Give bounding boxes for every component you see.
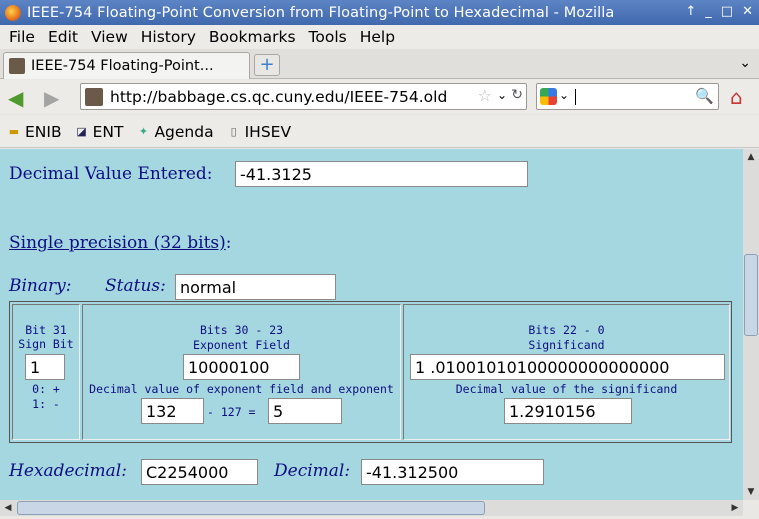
sign-bit-subheader: Sign Bit [18, 337, 74, 351]
url-dropdown-icon[interactable]: ⌄ [497, 88, 507, 102]
search-engine-dropdown-icon[interactable]: ⌄ [559, 88, 569, 102]
exponent-bits-header: Bits 30 - 23 [199, 323, 284, 337]
sign-legend-minus: 1: - [32, 397, 60, 411]
url-bar[interactable]: http://babbage.cs.qc.cuny.edu/IEEE-754.o… [80, 83, 527, 110]
agenda-icon: ✦ [138, 124, 149, 138]
menu-file[interactable]: File [9, 28, 35, 46]
significand-cell: Bits 22 - 0 Significand 1 .0100101010000… [403, 304, 730, 440]
tab-ieee754[interactable]: IEEE-754 Floating-Point... [3, 52, 250, 79]
tab-bar: IEEE-754 Floating-Point... + ⌄ [0, 49, 759, 79]
scroll-corner [743, 500, 759, 519]
exponent-field-header: Exponent Field [193, 338, 290, 352]
tab-label: IEEE-754 Floating-Point... [31, 58, 214, 74]
window-maximize-icon[interactable]: □ [721, 4, 733, 19]
significand-input[interactable]: 1 .01001010100000000000000 [410, 354, 725, 380]
ent-icon: ◪ [76, 124, 87, 138]
exponent-decimal-input[interactable]: 132 [141, 398, 204, 424]
search-magnifier-icon[interactable]: 🔍 [695, 87, 714, 105]
home-icon[interactable]: ⌂ [730, 85, 743, 109]
reload-icon[interactable]: ↻ [511, 87, 523, 103]
back-arrow-icon[interactable]: ◀ [8, 86, 23, 110]
sign-bit-cell: Bit 31 Sign Bit 1 0: + 1: - [12, 304, 80, 440]
significand-header: Significand [528, 338, 605, 352]
navigation-toolbar: ◀ ▶ http://babbage.cs.qc.cuny.edu/IEEE-7… [0, 80, 759, 113]
bookmark-enib[interactable]: ▬ ENIB [6, 123, 62, 141]
hexadecimal-input[interactable]: C2254000 [141, 459, 258, 485]
significand-caption: Decimal value of the significand [455, 382, 678, 396]
hexadecimal-label: Hexadecimal: [9, 461, 127, 481]
exponent-value-input[interactable]: 5 [268, 398, 342, 424]
page-icon: ▯ [230, 124, 237, 138]
menu-edit[interactable]: Edit [48, 28, 78, 46]
section-heading: Single precision (32 bits): [9, 233, 232, 253]
window-title: IEEE-754 Floating-Point Conversion from … [27, 4, 615, 21]
google-search-engine-icon[interactable] [540, 88, 557, 105]
scroll-up-icon[interactable]: ▲ [743, 149, 759, 165]
forward-arrow-icon[interactable]: ▶ [44, 86, 59, 110]
decimal-entered-label: Decimal Value Entered: [9, 164, 213, 184]
url-text[interactable]: http://babbage.cs.qc.cuny.edu/IEEE-754.o… [110, 88, 447, 106]
exponent-field-input[interactable]: 10000100 [183, 354, 300, 380]
horizontal-scroll-thumb[interactable] [17, 501, 485, 515]
search-input[interactable] [575, 89, 576, 105]
bookmarks-toolbar: ▬ ENIB ◪ ENT ✦ Agenda ▯ IHSEV [0, 116, 759, 148]
menu-bookmarks[interactable]: Bookmarks [209, 28, 296, 46]
sign-bit-input[interactable]: 1 [25, 354, 65, 380]
sign-bit-header: Bit 31 [25, 323, 67, 337]
bias-text: - 127 = [207, 405, 256, 419]
vertical-scrollbar[interactable]: ▲ ▼ [743, 149, 759, 500]
menu-view[interactable]: View [91, 28, 128, 46]
menu-tools[interactable]: Tools [309, 28, 347, 46]
vertical-scroll-thumb[interactable] [744, 254, 758, 336]
firefox-icon [5, 4, 21, 21]
window-minimize-icon[interactable]: _ [705, 4, 712, 19]
horizontal-scrollbar[interactable]: ◀ ▶ [0, 500, 743, 516]
window-shade-icon[interactable]: ↑ [685, 4, 696, 19]
status-label: Status: [105, 276, 166, 296]
new-tab-button[interactable]: + [254, 54, 280, 76]
section-colon: : [225, 233, 232, 253]
sign-legend-plus: 0: + [32, 382, 60, 396]
bits-table: Bit 31 Sign Bit 1 0: + 1: - Bits 30 - 23… [9, 301, 732, 443]
site-favicon-icon [9, 58, 25, 74]
decimal-result-input[interactable]: -41.312500 [361, 459, 544, 485]
scroll-right-icon[interactable]: ▶ [727, 500, 743, 516]
menu-history[interactable]: History [141, 28, 196, 46]
decimal-label: Decimal: [274, 461, 351, 481]
bookmark-ent[interactable]: ◪ ENT [74, 123, 123, 141]
decimal-entered-input[interactable]: -41.3125 [235, 161, 528, 187]
window-titlebar: IEEE-754 Floating-Point Conversion from … [0, 0, 759, 25]
search-bar[interactable]: ⌄ 🔍 [536, 83, 719, 110]
significand-bits-header: Bits 22 - 0 [528, 323, 605, 337]
window-controls: ↑ _ □ ✕ [685, 4, 753, 19]
binary-label: Binary: [9, 276, 72, 296]
significand-decimal-input[interactable]: 1.2910156 [504, 398, 632, 424]
menu-bar: File Edit View History Bookmarks Tools H… [0, 25, 759, 49]
bookmark-ihsev[interactable]: ▯ IHSEV [226, 123, 292, 141]
tab-list-icon[interactable]: ⌄ [739, 55, 751, 71]
menu-help[interactable]: Help [360, 28, 395, 46]
scroll-down-icon[interactable]: ▼ [743, 484, 759, 500]
scroll-left-icon[interactable]: ◀ [0, 500, 16, 516]
bookmark-star-icon[interactable]: ☆ [478, 86, 492, 105]
site-favicon-icon [85, 87, 103, 106]
exponent-caption: Decimal value of exponent field and expo… [89, 382, 394, 396]
exponent-cell: Bits 30 - 23 Exponent Field 10000100 Dec… [82, 304, 401, 440]
window-close-icon[interactable]: ✕ [742, 4, 753, 19]
page-content: Decimal Value Entered: -41.3125 Single p… [0, 149, 743, 500]
single-precision-link[interactable]: Single precision (32 bits) [9, 233, 226, 253]
enib-icon: ▬ [8, 124, 20, 138]
bookmark-agenda[interactable]: ✦ Agenda [135, 123, 214, 141]
status-input[interactable]: normal [175, 274, 336, 300]
